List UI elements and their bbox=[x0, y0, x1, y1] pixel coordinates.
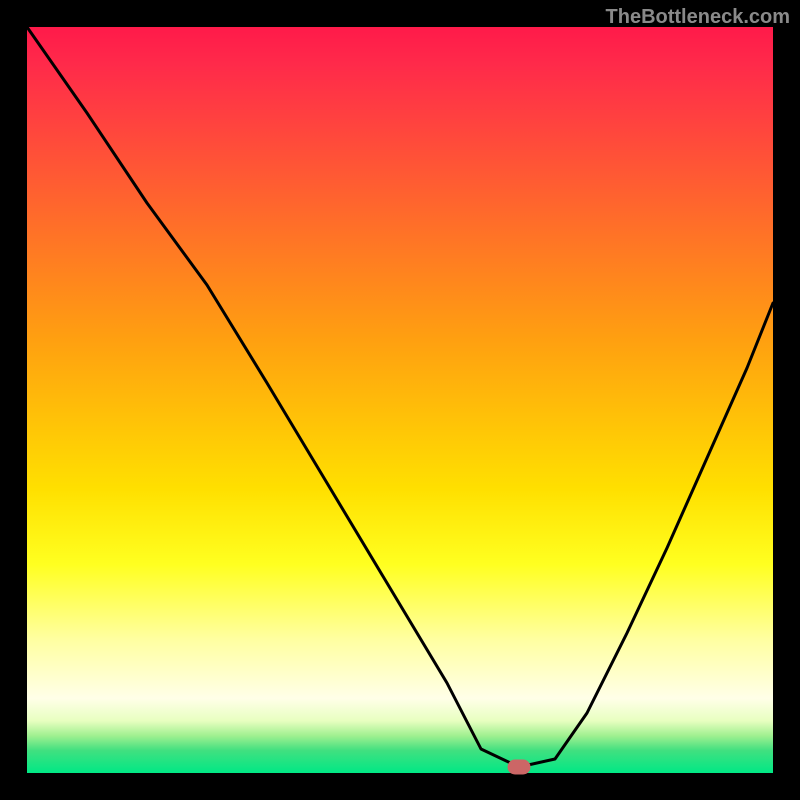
optimum-marker bbox=[508, 760, 531, 775]
bottleneck-curve bbox=[27, 27, 773, 773]
watermark-text: TheBottleneck.com bbox=[606, 6, 790, 29]
chart-plot-area bbox=[27, 27, 773, 773]
